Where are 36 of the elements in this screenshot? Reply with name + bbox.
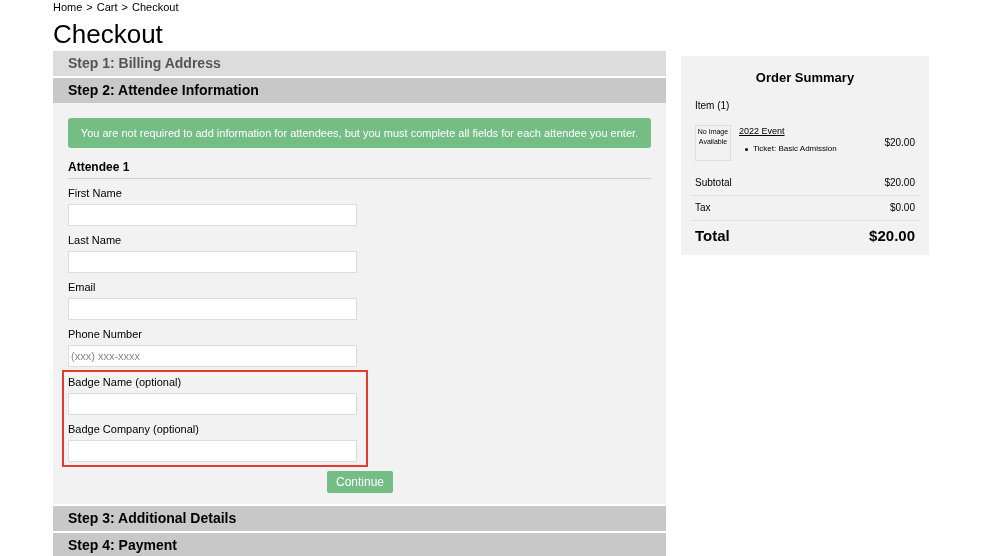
step-header[interactable]: Step 3: Additional Details xyxy=(53,506,666,531)
step-header[interactable]: Step 1: Billing Address xyxy=(53,51,666,76)
input-field[interactable] xyxy=(68,204,357,226)
item-price: $20.00 xyxy=(884,135,915,150)
ticket-detail: Ticket: Basic Admission xyxy=(753,143,837,155)
event-link[interactable]: 2022 Event xyxy=(739,124,885,138)
info-notice: You are not required to add information for attendees, but you must complete all fields for each attendee you enter. xyxy=(68,118,651,148)
input-field[interactable] xyxy=(68,298,357,320)
attendee-heading: Attendee 1 xyxy=(68,158,651,179)
total-value: $20.00 xyxy=(869,226,915,247)
field-label: First Name xyxy=(68,186,123,201)
input-field[interactable] xyxy=(68,251,357,273)
summary-title: Order Summary xyxy=(754,69,856,87)
field-label: Phone Number xyxy=(68,327,143,342)
step-header[interactable]: Step 4: Payment xyxy=(53,533,666,556)
field-label: Last Name xyxy=(68,233,123,248)
page-title: Checkout xyxy=(53,19,164,49)
breadcrumb-separator: > xyxy=(121,0,128,14)
field-label: Email xyxy=(68,280,97,295)
input-field[interactable]: (xxx) xxx-xxxx xyxy=(68,345,357,367)
total-label: Total xyxy=(695,226,730,247)
breadcrumb-link[interactable]: Home xyxy=(53,0,83,14)
summary-label: Subtotal xyxy=(695,176,732,190)
input-field[interactable] xyxy=(68,393,357,415)
summary-value: $20.00 xyxy=(884,176,915,190)
input-field[interactable] xyxy=(68,440,357,462)
breadcrumb-link[interactable]: Cart xyxy=(96,0,118,14)
field-label: Badge Company (optional) xyxy=(68,422,200,437)
item-count: Item (1) xyxy=(695,98,731,113)
breadcrumb-separator: > xyxy=(86,0,93,14)
breadcrumb-link[interactable]: Checkout xyxy=(132,0,179,14)
bullet-icon xyxy=(745,147,748,151)
summary-label: Tax xyxy=(695,201,711,215)
field-label: Badge Name (optional) xyxy=(68,375,183,390)
step-header[interactable]: Step 2: Attendee Information xyxy=(53,78,666,103)
summary-value: $0.00 xyxy=(889,201,915,215)
